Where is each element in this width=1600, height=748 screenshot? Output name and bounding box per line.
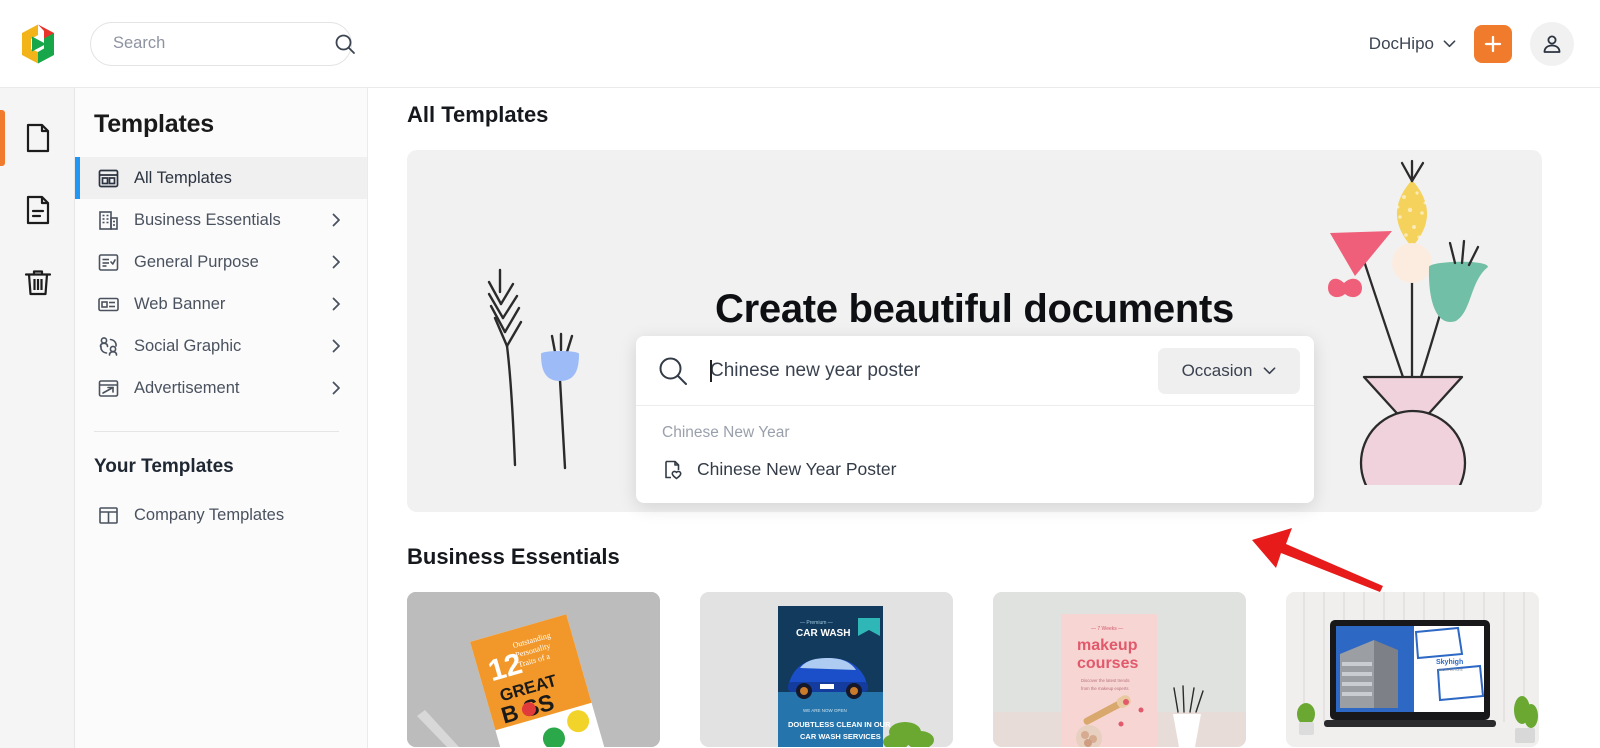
template-search-widget: Occasion Chinese New Year	[636, 336, 1314, 503]
svg-text:CAR WASH: CAR WASH	[796, 628, 850, 639]
sidebar-item-label: Business Essentials	[134, 210, 281, 229]
workspace-selector[interactable]: DocHipo	[1369, 34, 1456, 54]
template-card-skyhigh-presentation[interactable]: Skyhigh ARCHITECTURE	[1286, 592, 1539, 747]
sidebar-item-general-purpose[interactable]: General Purpose	[75, 241, 367, 283]
chevron-down-icon	[1264, 367, 1276, 375]
create-new-button[interactable]	[1474, 24, 1512, 63]
sidebar: Templates All Templates Business Essenti…	[75, 88, 368, 748]
svg-text:courses: courses	[1077, 655, 1138, 672]
rail-item-my-files[interactable]	[0, 174, 75, 246]
search-suggestions-dropdown: Chinese New Year Chinese New Year Poster	[636, 406, 1314, 503]
hero-headline: Create beautiful documents	[715, 287, 1234, 331]
sidebar-item-label: All Templates	[134, 168, 232, 187]
top-header: DocHipo	[0, 0, 1600, 88]
checklist-icon	[98, 253, 119, 271]
ad-arrow-icon	[98, 379, 119, 397]
sidebar-item-label: Company Templates	[134, 505, 285, 524]
svg-text:from the makeup experts: from the makeup experts	[1081, 686, 1129, 691]
sidebar-item-label: General Purpose	[134, 252, 259, 271]
search-row: Occasion	[636, 336, 1314, 406]
occasion-filter-label: Occasion	[1181, 360, 1253, 380]
svg-text:WE ARE NOW OPEN: WE ARE NOW OPEN	[803, 708, 847, 713]
sidebar-item-label: Advertisement	[134, 378, 240, 397]
template-card-grid: 12 Outstanding Personality Traits of a G…	[368, 570, 1600, 747]
app-root: DocHipo	[0, 0, 1600, 748]
search-field-wrapper[interactable]	[690, 359, 1158, 382]
sidebar-item-all-templates[interactable]: All Templates	[75, 157, 367, 199]
makeup-courses-thumbnail: — 7 Weeks — makeup courses Discover the …	[993, 592, 1246, 747]
chevron-right-icon	[332, 381, 340, 395]
user-avatar[interactable]	[1530, 21, 1574, 66]
svg-text:Discover the latest trends: Discover the latest trends	[1081, 678, 1129, 683]
rail-item-trash[interactable]	[0, 246, 75, 318]
sidebar-item-business-essentials[interactable]: Business Essentials	[75, 199, 367, 241]
sidebar-item-label: Web Banner	[134, 294, 226, 313]
suggestion-item-chinese-new-year-poster[interactable]: Chinese New Year Poster	[636, 451, 1314, 487]
flower-branch-illustration	[487, 268, 579, 470]
chevron-down-icon	[1443, 40, 1456, 48]
chevron-right-icon	[332, 255, 340, 269]
active-indicator	[0, 110, 5, 166]
search-icon	[659, 357, 687, 385]
svg-text:ARCHITECTURE: ARCHITECTURE	[1438, 668, 1463, 672]
template-card-great-boss[interactable]: 12 Outstanding Personality Traits of a G…	[407, 592, 660, 747]
your-templates-heading: Your Templates	[94, 456, 234, 477]
logo-container[interactable]	[0, 0, 76, 88]
document-heart-icon	[665, 460, 682, 479]
main-content: All Templates Create beautiful documents…	[368, 88, 1600, 748]
hero-panel: Create beautiful documents Occasion	[407, 150, 1542, 512]
search-icon	[335, 34, 355, 54]
blank-document-icon	[26, 123, 49, 153]
great-boss-thumbnail: 12 Outstanding Personality Traits of a G…	[407, 592, 660, 747]
left-icon-rail	[0, 88, 75, 748]
svg-text:DOUBTLESS CLEAN IN OUR: DOUBTLESS CLEAN IN OUR	[788, 720, 891, 729]
sidebar-item-web-banner[interactable]: Web Banner	[75, 283, 367, 325]
header-search[interactable]	[90, 21, 355, 66]
chevron-right-icon	[332, 339, 340, 353]
plus-icon	[1484, 35, 1502, 52]
page-title: All Templates	[407, 102, 549, 127]
svg-text:— 7 Weeks —: — 7 Weeks —	[1091, 626, 1123, 632]
building-icon	[99, 210, 118, 230]
suggestion-group-label: Chinese New Year	[662, 424, 790, 441]
header-actions: DocHipo	[1369, 21, 1600, 66]
skyhigh-presentation-thumbnail: Skyhigh ARCHITECTURE	[1286, 592, 1539, 747]
dochipo-logo	[22, 24, 54, 63]
svg-text:— Premium —: — Premium —	[800, 620, 833, 626]
sidebar-title: Templates	[94, 110, 215, 138]
banner-icon	[98, 297, 119, 311]
svg-text:makeup: makeup	[1077, 637, 1138, 654]
template-card-car-wash[interactable]: — Premium — CAR WASH WE ARE NOW OPEN DOU…	[700, 592, 953, 747]
trash-icon	[24, 270, 51, 296]
sidebar-item-label: Social Graphic	[134, 336, 242, 355]
chevron-right-icon	[332, 213, 340, 227]
sidebar-item-company-templates[interactable]: Company Templates	[75, 494, 367, 536]
section-title-business-essentials: Business Essentials	[407, 544, 620, 569]
occasion-filter-dropdown[interactable]: Occasion	[1158, 347, 1300, 394]
active-indicator	[75, 157, 80, 199]
template-card-makeup-courses[interactable]: — 7 Weeks — makeup courses Discover the …	[993, 592, 1246, 747]
sidebar-item-social-graphic[interactable]: Social Graphic	[75, 325, 367, 367]
chevron-right-icon	[332, 297, 340, 311]
document-lines-icon	[26, 195, 49, 225]
svg-text:CAR WASH SERVICES: CAR WASH SERVICES	[800, 732, 881, 741]
people-icon	[99, 336, 118, 356]
rail-item-documents[interactable]	[0, 102, 75, 174]
text-caret	[710, 359, 712, 382]
search-input[interactable]	[113, 34, 333, 53]
template-search-input[interactable]	[710, 359, 1158, 382]
suggestion-item-label: Chinese New Year Poster	[697, 458, 897, 479]
car-wash-thumbnail: — Premium — CAR WASH WE ARE NOW OPEN DOU…	[700, 592, 953, 747]
company-layout-icon	[99, 506, 118, 524]
svg-text:Skyhigh: Skyhigh	[1436, 659, 1463, 666]
person-icon	[1543, 35, 1561, 53]
sidebar-item-advertisement[interactable]: Advertisement	[75, 367, 367, 409]
grid-layout-icon	[98, 169, 119, 187]
workspace-name: DocHipo	[1368, 33, 1434, 53]
